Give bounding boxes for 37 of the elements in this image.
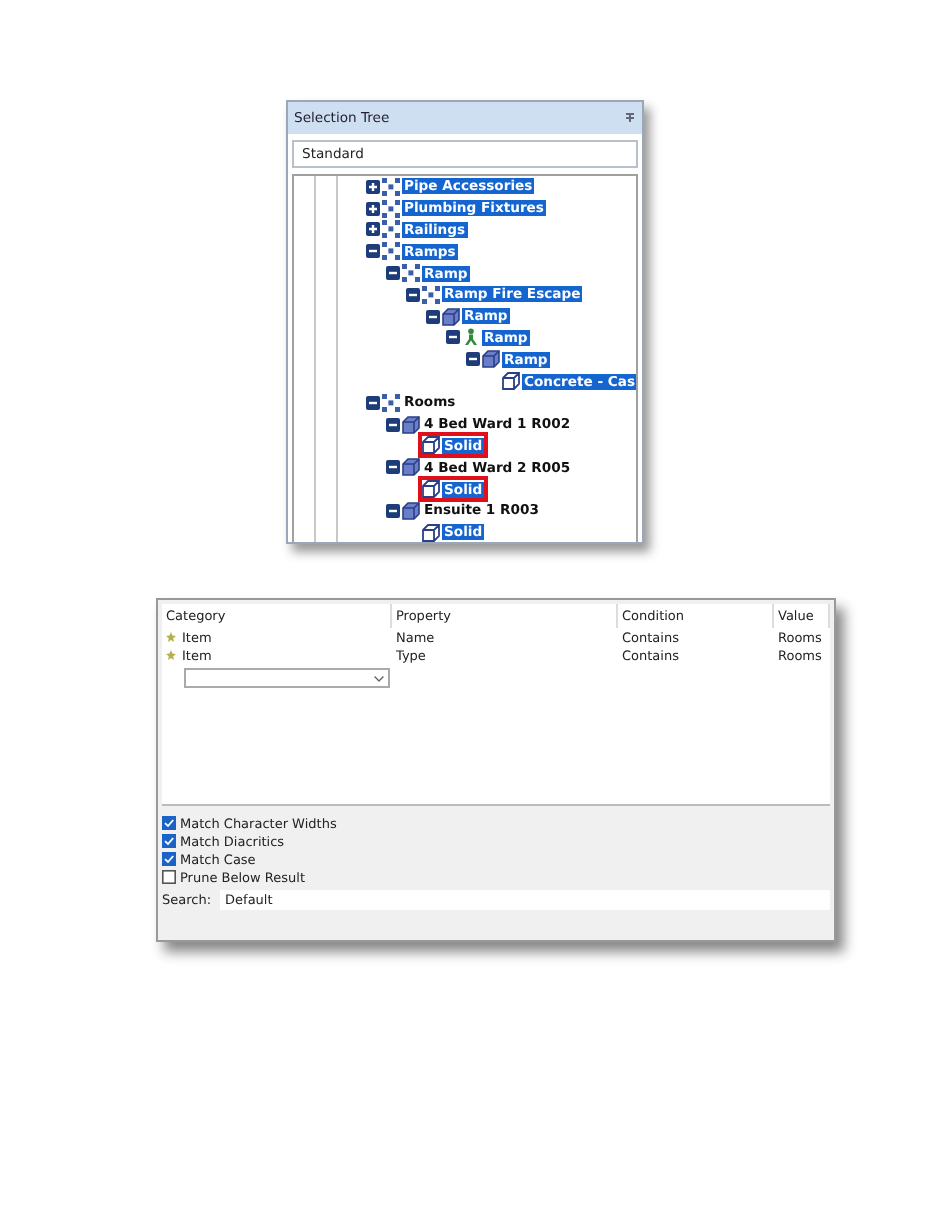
pin-icon[interactable] bbox=[624, 112, 636, 124]
expand-toggle[interactable] bbox=[366, 201, 380, 216]
node-icon bbox=[382, 393, 400, 412]
node-icon bbox=[382, 220, 400, 239]
collapse-toggle[interactable] bbox=[386, 503, 400, 518]
expand-toggle[interactable] bbox=[366, 179, 380, 194]
node-icon bbox=[382, 199, 400, 218]
cube-icon bbox=[402, 415, 420, 434]
node-icon bbox=[402, 264, 420, 283]
collapse-toggle[interactable] bbox=[446, 330, 460, 345]
checkbox[interactable] bbox=[162, 870, 176, 884]
condition-icon bbox=[166, 632, 176, 642]
collapse-toggle[interactable] bbox=[386, 460, 400, 475]
collapse-toggle[interactable] bbox=[386, 417, 400, 432]
collapse-toggle[interactable] bbox=[466, 352, 480, 367]
checkbox[interactable] bbox=[162, 816, 176, 830]
node-icon bbox=[382, 177, 400, 196]
collapse-toggle[interactable] bbox=[386, 266, 400, 281]
collapse-toggle[interactable] bbox=[426, 309, 440, 324]
node-icon bbox=[422, 285, 440, 304]
collapse-toggle[interactable] bbox=[406, 287, 420, 302]
checkbox[interactable] bbox=[162, 834, 176, 848]
chevron-down-icon bbox=[374, 675, 384, 681]
cube-icon bbox=[402, 501, 420, 520]
cube-outline-icon bbox=[422, 436, 440, 455]
checkbox[interactable] bbox=[162, 852, 176, 866]
collapse-toggle[interactable] bbox=[366, 395, 380, 410]
cube-icon bbox=[442, 307, 460, 326]
cube-icon bbox=[482, 350, 500, 369]
figure-icon bbox=[462, 328, 480, 347]
cube-outline-icon bbox=[502, 372, 520, 391]
cube-icon bbox=[402, 458, 420, 477]
cube-outline-icon bbox=[422, 480, 440, 499]
node-icon bbox=[382, 242, 400, 261]
condition-icon bbox=[166, 650, 176, 660]
collapse-toggle[interactable] bbox=[366, 244, 380, 259]
expand-toggle[interactable] bbox=[366, 222, 380, 237]
